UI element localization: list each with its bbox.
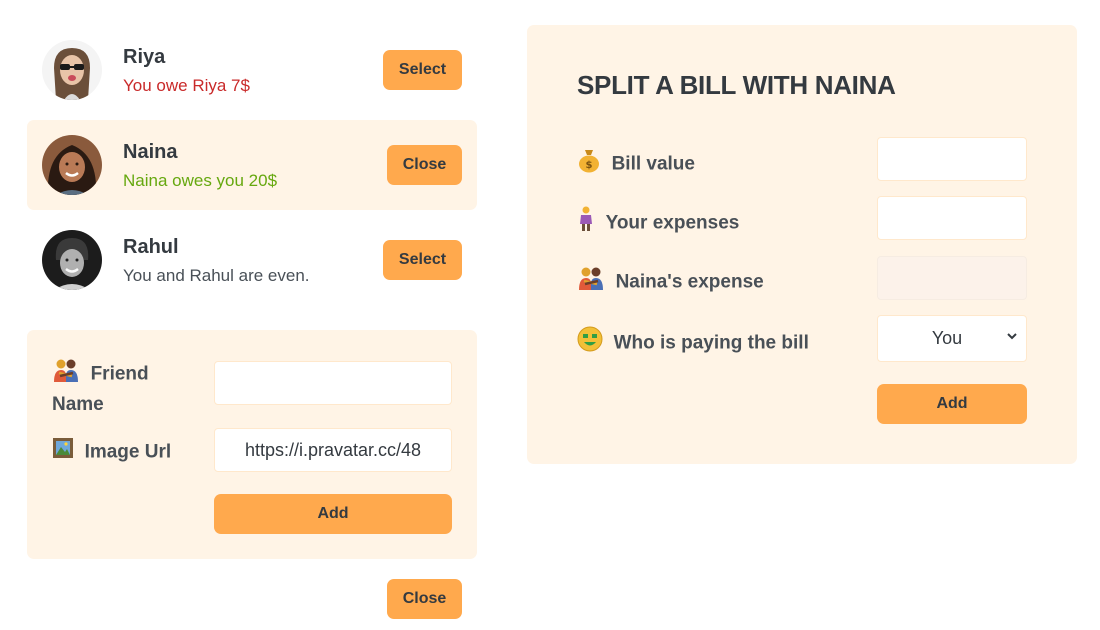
friend-name: Naina: [123, 141, 178, 163]
bill-value-input[interactable]: [877, 137, 1027, 181]
bill-value-label: $ Bill value: [577, 147, 695, 182]
friend-name: Rahul: [123, 236, 179, 258]
close-friend-button[interactable]: Close: [387, 145, 462, 185]
chevron-down-icon: [1007, 333, 1017, 340]
people-hugging-icon: [52, 358, 80, 391]
add-friend-form: Friend Name Image Url https://i.pravatar…: [27, 330, 477, 559]
friend-balance-status: You and Rahul are even.: [123, 266, 310, 285]
money-bag-icon: $: [577, 147, 601, 182]
friend-name-label-line2: Name: [52, 394, 104, 415]
friend-name-input[interactable]: [214, 361, 452, 405]
your-expenses-label: Your expenses: [577, 206, 739, 241]
split-bill-add-button[interactable]: Add: [877, 384, 1027, 424]
woman-standing-icon: [577, 206, 595, 241]
framed-picture-icon: [52, 437, 74, 468]
friend-balance-status: You owe Riya 7$: [123, 76, 250, 95]
payer-select[interactable]: You: [877, 315, 1027, 362]
friend-balance-status: Naina owes you 20$: [123, 171, 278, 190]
friend-item-riya: Riya You owe Riya 7$ Select: [27, 25, 477, 115]
your-expenses-input[interactable]: [877, 196, 1027, 240]
friend-expense-input: [877, 256, 1027, 300]
your-expenses-label-text: Your expenses: [605, 212, 740, 234]
select-friend-button[interactable]: Select: [383, 240, 462, 280]
people-hugging-icon: [577, 266, 605, 299]
money-mouth-face-icon: [577, 326, 603, 361]
friend-item-rahul: Rahul You and Rahul are even. Select: [27, 215, 477, 305]
friend-name-label: Friend Name: [52, 358, 202, 419]
split-bill-form: SPLIT A BILL WITH NAINA $ Bill value You…: [527, 25, 1077, 464]
avatar-rahul: [42, 230, 102, 290]
friend-name: Riya: [123, 46, 166, 68]
payer-label: Who is paying the bill: [577, 326, 809, 361]
eat-n-split-app: Riya You owe Riya 7$ Select Naina Naina …: [0, 0, 1100, 630]
add-friend-button[interactable]: Add: [214, 494, 452, 534]
svg-text:$: $: [586, 160, 593, 171]
avatar-naina: [42, 135, 102, 195]
friend-item-naina: Naina Naina owes you 20$ Close: [27, 120, 477, 210]
payer-select-value: You: [931, 328, 963, 348]
friend-expense-label-text: Naina's expense: [615, 271, 764, 293]
bill-value-label-text: Bill value: [611, 153, 695, 175]
friend-name-label-line1: Friend: [90, 363, 149, 385]
image-url-label-text: Image Url: [84, 441, 172, 463]
image-url-input[interactable]: https://i.pravatar.cc/48: [214, 428, 452, 472]
close-form-button[interactable]: Close: [387, 579, 462, 619]
select-friend-button[interactable]: Select: [383, 50, 462, 90]
image-url-label: Image Url: [52, 437, 171, 468]
payer-label-text: Who is paying the bill: [613, 332, 809, 354]
avatar-riya: [42, 40, 102, 100]
split-bill-title: SPLIT A BILL WITH NAINA: [577, 70, 896, 100]
friend-expense-label: Naina's expense: [577, 266, 764, 299]
